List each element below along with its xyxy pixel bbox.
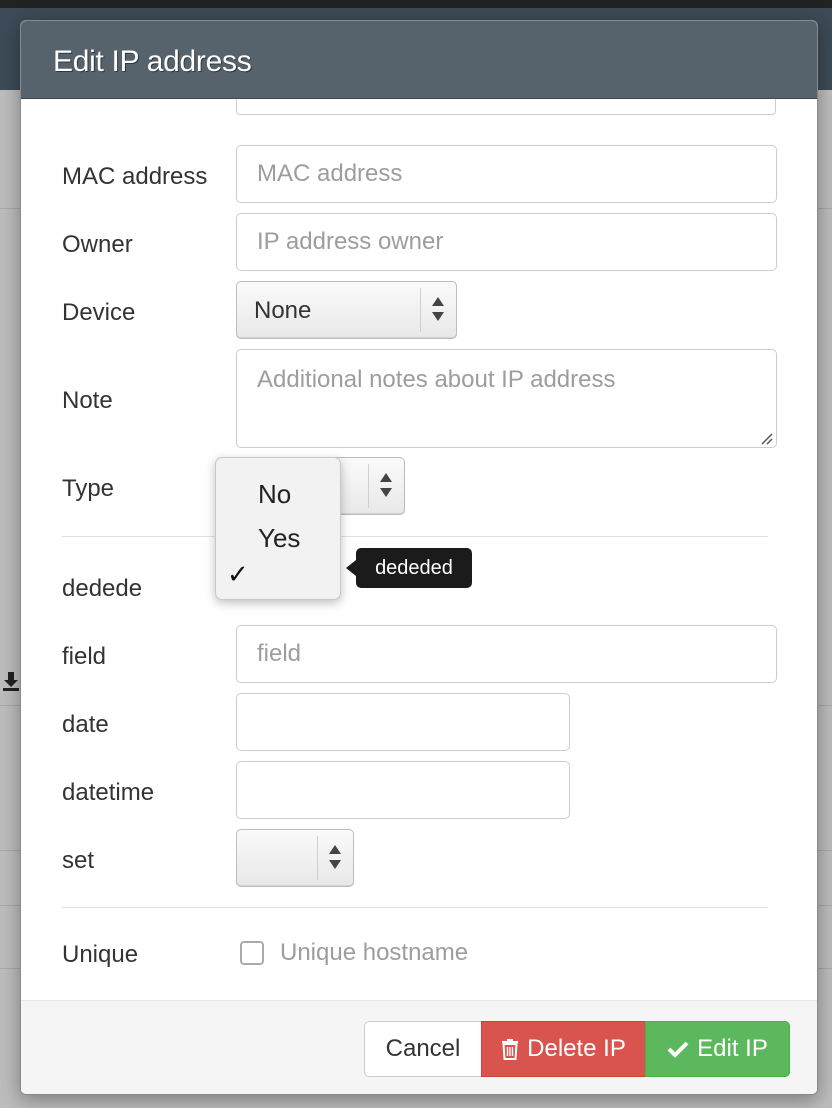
tooltip-arrow — [346, 560, 356, 576]
form-divider — [62, 536, 768, 537]
app-topbar — [0, 0, 832, 8]
modal-title: Edit IP address — [53, 45, 252, 78]
form-divider — [62, 907, 768, 908]
field-label: field — [62, 643, 107, 670]
dropdown-option-no[interactable]: No — [216, 472, 340, 512]
select-arrows-icon — [432, 297, 444, 321]
set-label: set — [62, 847, 95, 874]
dedede-options-dropdown[interactable]: No Yes ✓ — [215, 457, 341, 600]
dedede-label: dedede — [62, 575, 143, 602]
delete-ip-button[interactable]: Delete IP — [481, 1021, 646, 1077]
owner-label: Owner — [62, 231, 133, 258]
set-select[interactable] — [236, 829, 354, 887]
field-input[interactable] — [236, 625, 777, 683]
cancel-button-label: Cancel — [385, 1035, 461, 1062]
select-arrows-icon — [380, 473, 392, 497]
modal-header: Edit IP address — [21, 21, 817, 99]
trash-icon — [502, 1039, 519, 1060]
download-icon — [3, 672, 19, 691]
mac-label: MAC address — [62, 163, 208, 190]
unique-label: Unique — [62, 941, 139, 968]
modal-footer: Cancel Delete IP Edit IP — [21, 1000, 817, 1094]
hostname-input-cut[interactable] — [236, 99, 776, 115]
dropdown-option-yes[interactable]: Yes — [216, 516, 340, 556]
owner-input[interactable] — [236, 213, 777, 271]
note-label: Note — [62, 387, 113, 414]
hostname-label-cut — [61, 99, 211, 103]
date-input[interactable] — [236, 693, 570, 751]
checkmark-icon: ✓ — [227, 559, 249, 589]
type-label: Type — [62, 475, 115, 502]
device-select-value: None — [254, 297, 312, 324]
date-label: date — [62, 711, 109, 738]
note-textarea[interactable] — [236, 349, 777, 448]
device-label: Device — [62, 299, 136, 326]
cancel-button[interactable]: Cancel — [364, 1021, 482, 1077]
dropdown-option-empty[interactable]: ✓ — [216, 554, 340, 594]
unique-hostname-checkbox-label[interactable]: Unique hostname — [280, 939, 468, 967]
edit-ip-button-label: Edit IP — [697, 1035, 768, 1062]
dedede-tooltip: dededed — [356, 548, 472, 588]
datetime-input[interactable] — [236, 761, 570, 819]
device-select[interactable]: None — [236, 281, 457, 339]
check-icon — [667, 1041, 689, 1058]
mac-input[interactable] — [236, 145, 777, 203]
edit-ip-button[interactable]: Edit IP — [645, 1021, 790, 1077]
delete-ip-button-label: Delete IP — [527, 1035, 626, 1062]
select-arrows-icon — [329, 845, 341, 869]
unique-hostname-checkbox[interactable] — [240, 941, 264, 965]
datetime-label: datetime — [62, 779, 155, 806]
resize-grip-icon[interactable] — [759, 431, 773, 445]
